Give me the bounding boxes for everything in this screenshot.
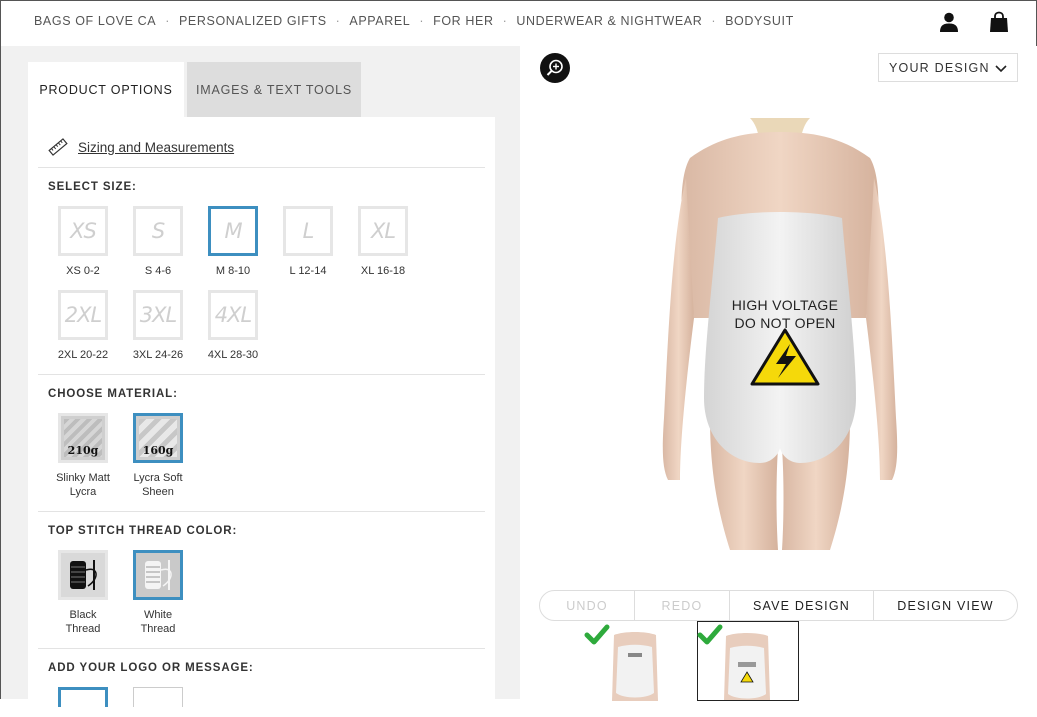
check-icon (697, 624, 723, 645)
breadcrumb-separator: · (711, 14, 717, 28)
thread-label: Black Thread (43, 608, 123, 636)
check-icon (584, 624, 610, 645)
thread-name-line1: White (143, 609, 173, 621)
size-label-l: L 12-14 (289, 265, 327, 277)
material-weight: 160g (142, 444, 174, 457)
size-label-2xl: 2XL 20-22 (57, 349, 109, 361)
breadcrumb-separator: · (335, 14, 341, 28)
thread-spool-needle-icon (145, 560, 172, 590)
divider (38, 167, 485, 168)
size-option-xl[interactable]: XL (358, 206, 408, 256)
breadcrumb-item-bodysuit[interactable]: BODYSUIT (725, 14, 794, 28)
divider (38, 648, 485, 649)
material-name-line1: Slinky Matt (56, 472, 110, 484)
material-label: Lycra Soft Sheen (118, 471, 198, 499)
breadcrumb-item-personalized-gifts[interactable]: PERSONALIZED GIFTS (179, 14, 327, 28)
thread-option-white[interactable] (133, 550, 183, 600)
size-section-title: SELECT SIZE: (48, 181, 137, 193)
size-option-4xl[interactable]: 4XL (208, 290, 258, 340)
zoom-in-icon (546, 59, 563, 76)
size-label-4xl: 4XL 28-30 (207, 349, 259, 361)
thread-name-line2: Thread (140, 623, 176, 635)
chevron-down-icon (995, 65, 1007, 73)
view-select-label: YOUR DESIGN (889, 60, 990, 75)
material-weight: 210g (67, 444, 99, 457)
material-option-lycra-soft-sheen[interactable]: 160g (133, 413, 183, 463)
design-text: HIGH VOLTAGE DO NOT OPEN (710, 296, 860, 332)
breadcrumb-item-apparel[interactable]: APPAREL (349, 14, 410, 28)
thread-option-black[interactable] (58, 550, 108, 600)
user-icon[interactable] (938, 11, 960, 33)
breadcrumb-separator: · (502, 14, 508, 28)
size-label-s: S 4-6 (144, 265, 172, 277)
breadcrumb-separator: · (165, 14, 170, 28)
material-name-line2: Lycra (69, 486, 97, 498)
design-actions-bar: UNDO REDO SAVE DESIGN DESIGN VIEW (539, 590, 1018, 621)
divider (38, 511, 485, 512)
material-label: Slinky Matt Lycra (43, 471, 123, 499)
view-select-dropdown[interactable]: YOUR DESIGN (878, 53, 1018, 82)
size-option-l[interactable]: L (283, 206, 333, 256)
size-label-xs: XS 0-2 (66, 265, 100, 277)
breadcrumb-item-underwear-nightwear[interactable]: UNDERWEAR & NIGHTWEAR (516, 14, 702, 28)
material-name-line1: Lycra Soft (133, 472, 183, 484)
tab-product-options[interactable]: PRODUCT OPTIONS (28, 62, 184, 117)
product-preview-image (662, 118, 898, 550)
size-option-s[interactable]: S (133, 206, 183, 256)
breadcrumb-item-bags-of-love[interactable]: BAGS OF LOVE CA (34, 14, 156, 28)
breadcrumb-separator: · (419, 14, 425, 28)
product-options-panel: Sizing and Measurements SELECT SIZE: XS … (28, 117, 495, 717)
sizing-measurements-link[interactable]: Sizing and Measurements (78, 140, 234, 155)
undo-button[interactable]: UNDO (540, 591, 635, 620)
logo-option-2[interactable] (133, 687, 183, 707)
divider (38, 374, 485, 375)
design-view-button[interactable]: DESIGN VIEW (874, 591, 1017, 620)
tab-images-text-tools[interactable]: IMAGES & TEXT TOOLS (187, 62, 361, 117)
top-navigation-bar: BAGS OF LOVE CA · PERSONALIZED GIFTS · A… (0, 0, 1037, 46)
material-name-line2: Sheen (142, 486, 174, 498)
thread-name-line2: Thread (65, 623, 101, 635)
thread-label: White Thread (118, 608, 198, 636)
size-option-3xl[interactable]: 3XL (133, 290, 183, 340)
ruler-icon (48, 138, 68, 156)
save-design-button[interactable]: SAVE DESIGN (730, 591, 874, 620)
material-section-title: CHOOSE MATERIAL: (48, 388, 178, 400)
material-option-slinky-matt-lycra[interactable]: 210g (58, 413, 108, 463)
size-option-2xl[interactable]: 2XL (58, 290, 108, 340)
design-text-line1: HIGH VOLTAGE (731, 297, 839, 313)
breadcrumb-item-for-her[interactable]: FOR HER (433, 14, 493, 28)
thread-name-line1: Black (69, 609, 97, 621)
size-option-m[interactable]: M (208, 206, 258, 256)
logo-option-1[interactable] (58, 687, 108, 707)
zoom-in-button[interactable] (540, 53, 570, 83)
options-sidebar: PRODUCT OPTIONS IMAGES & TEXT TOOLS Sizi… (0, 46, 520, 717)
sizing-row[interactable]: Sizing and Measurements (48, 137, 234, 157)
size-label-xl: XL 16-18 (360, 265, 406, 277)
design-text-line2: DO NOT OPEN (734, 315, 836, 331)
shopping-bag-icon[interactable] (988, 11, 1010, 33)
logo-section-title: ADD YOUR LOGO OR MESSAGE: (48, 662, 254, 674)
thread-section-title: TOP STITCH THREAD COLOR: (48, 525, 238, 537)
size-option-xs[interactable]: XS (58, 206, 108, 256)
size-label-3xl: 3XL 24-26 (132, 349, 184, 361)
thread-spool-needle-icon (70, 560, 97, 590)
breadcrumb: BAGS OF LOVE CA · PERSONALIZED GIFTS · A… (34, 14, 794, 28)
size-label-m: M 8-10 (215, 265, 251, 277)
redo-button[interactable]: REDO (635, 591, 730, 620)
